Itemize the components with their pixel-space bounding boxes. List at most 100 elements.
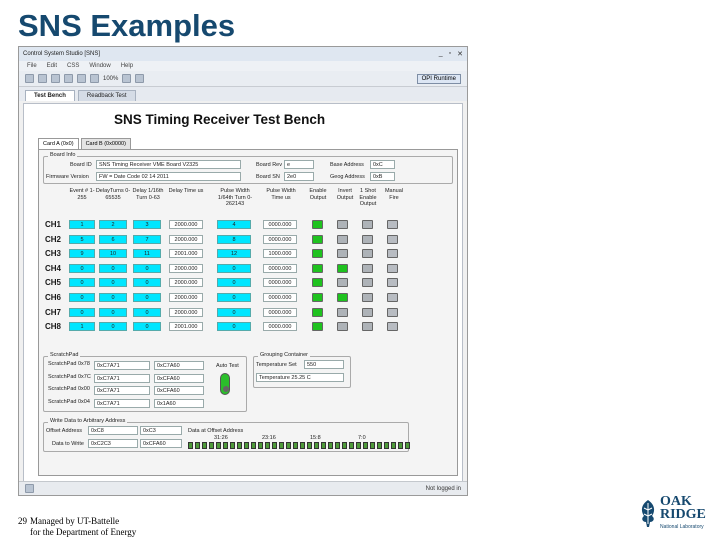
invert-output-led[interactable] <box>337 249 348 259</box>
one-shot-led[interactable] <box>362 293 373 302</box>
event-input[interactable]: 5 <box>69 234 95 244</box>
print-icon[interactable] <box>64 74 73 83</box>
invert-output-led[interactable] <box>337 307 348 317</box>
pulse-width-input[interactable]: 0 <box>217 278 251 288</box>
back-icon[interactable] <box>122 74 132 83</box>
enable-output-led[interactable] <box>312 249 323 259</box>
new-icon[interactable] <box>25 74 34 83</box>
scratchpad-input[interactable]: 0xC7A71 <box>94 386 150 395</box>
delay-turns-input[interactable]: 0 <box>99 278 127 288</box>
event-input[interactable]: 0 <box>69 307 95 317</box>
event-input[interactable]: 9 <box>69 249 95 259</box>
maximize-button[interactable]: ▫ <box>449 50 451 58</box>
run-icon[interactable] <box>77 74 86 83</box>
tab-readback-test[interactable]: Readback Test <box>77 90 136 101</box>
manual-fire-button[interactable] <box>387 220 398 229</box>
manual-fire-button[interactable] <box>387 293 398 302</box>
manual-fire-button[interactable] <box>387 322 398 332</box>
delay-turns-input[interactable]: 0 <box>99 263 127 273</box>
one-shot-led[interactable] <box>362 307 373 317</box>
delay-sixteenth-input[interactable]: 0 <box>133 322 161 332</box>
delay-sixteenth-input[interactable]: 0 <box>133 307 161 317</box>
delay-turns-input[interactable]: 0 <box>99 307 127 317</box>
pulse-width-input[interactable]: 4 <box>217 220 251 229</box>
data-input[interactable]: 0xC2C3 <box>88 439 138 448</box>
zoom-select[interactable]: 100% <box>103 76 118 82</box>
delay-turns-input[interactable]: 0 <box>99 293 127 302</box>
perspective-button[interactable]: OPI Runtime <box>416 73 461 84</box>
invert-output-led[interactable] <box>337 293 348 302</box>
one-shot-led[interactable] <box>362 263 373 273</box>
tab-card-a[interactable]: Card A (0x0) <box>38 138 79 149</box>
delay-sixteenth-input[interactable]: 0 <box>133 263 161 273</box>
delay-sixteenth-input[interactable]: 11 <box>133 249 161 259</box>
delay-turns-input[interactable]: 6 <box>99 234 127 244</box>
event-input[interactable]: 1 <box>69 220 95 229</box>
delay-turns-input[interactable]: 2 <box>99 220 127 229</box>
scratchpad-input[interactable]: 0xC7A71 <box>94 361 150 370</box>
one-shot-led[interactable] <box>362 278 373 288</box>
event-input[interactable]: 1 <box>69 322 95 332</box>
manual-fire-button[interactable] <box>387 278 398 288</box>
one-shot-led[interactable] <box>362 234 373 244</box>
save-icon[interactable] <box>51 74 60 83</box>
invert-output-led[interactable] <box>337 220 348 229</box>
delay-sixteenth-input[interactable]: 7 <box>133 234 161 244</box>
offset-input[interactable]: 0xC8 <box>88 426 138 435</box>
enable-output-led[interactable] <box>312 220 323 229</box>
pulse-width-input[interactable]: 0 <box>217 307 251 317</box>
invert-output-led[interactable] <box>337 278 348 288</box>
event-input[interactable]: 0 <box>69 263 95 273</box>
event-input[interactable]: 0 <box>69 293 95 302</box>
temp-set-value[interactable]: 550 <box>304 360 344 369</box>
menu-file[interactable]: File <box>27 63 37 69</box>
one-shot-led[interactable] <box>362 249 373 259</box>
delay-sixteenth-input[interactable]: 0 <box>133 278 161 288</box>
bit-led <box>265 442 270 449</box>
pulse-width-input[interactable]: 0 <box>217 293 251 302</box>
enable-output-led[interactable] <box>312 307 323 317</box>
scratchpad-input[interactable]: 0xC7A71 <box>94 373 150 383</box>
zoom-in-icon[interactable] <box>90 74 99 83</box>
enable-output-led[interactable] <box>312 293 323 302</box>
menu-help[interactable]: Help <box>121 63 133 69</box>
temperature-value: 25.25 C <box>291 375 311 381</box>
minimize-button[interactable]: _ <box>439 50 443 58</box>
pulse-width-input[interactable]: 0 <box>217 322 251 332</box>
one-shot-led[interactable] <box>362 220 373 229</box>
menu-css[interactable]: CSS <box>67 63 79 69</box>
delay-turns-input[interactable]: 0 <box>99 322 127 332</box>
enable-output-led[interactable] <box>312 234 323 244</box>
menu-edit[interactable]: Edit <box>47 63 57 69</box>
manual-fire-button[interactable] <box>387 249 398 259</box>
pulse-width-input[interactable]: 0 <box>217 263 251 273</box>
menu-window[interactable]: Window <box>89 63 110 69</box>
pulse-width-input[interactable]: 8 <box>217 234 251 244</box>
event-input[interactable]: 0 <box>69 278 95 288</box>
enable-output-led[interactable] <box>312 322 323 332</box>
manual-fire-button[interactable] <box>387 263 398 273</box>
delay-turns-input[interactable]: 10 <box>99 249 127 259</box>
close-button[interactable]: ✕ <box>457 50 463 58</box>
scratchpad-input[interactable]: 0xC7A71 <box>94 398 150 408</box>
manual-fire-button[interactable] <box>387 234 398 244</box>
tab-test-bench[interactable]: Test Bench <box>25 90 75 101</box>
one-shot-led[interactable] <box>362 322 373 332</box>
enable-output-led[interactable] <box>312 263 323 273</box>
delay-time-readout: 2000.000 <box>169 278 203 288</box>
invert-output-led[interactable] <box>337 322 348 332</box>
bit-led <box>216 442 221 449</box>
manual-fire-button[interactable] <box>387 307 398 317</box>
bit-led <box>349 442 354 449</box>
delay-sixteenth-input[interactable]: 3 <box>133 220 161 229</box>
enable-output-led[interactable] <box>312 278 323 288</box>
tab-card-b[interactable]: Card B (0x0000) <box>80 138 131 149</box>
auto-test-switch[interactable] <box>220 373 230 395</box>
invert-output-led[interactable] <box>337 263 348 273</box>
forward-icon[interactable] <box>135 74 145 83</box>
delay-sixteenth-input[interactable]: 0 <box>133 293 161 302</box>
bit-led <box>258 442 263 449</box>
pulse-width-input[interactable]: 12 <box>217 249 251 259</box>
open-icon[interactable] <box>38 74 47 83</box>
invert-output-led[interactable] <box>337 234 348 244</box>
